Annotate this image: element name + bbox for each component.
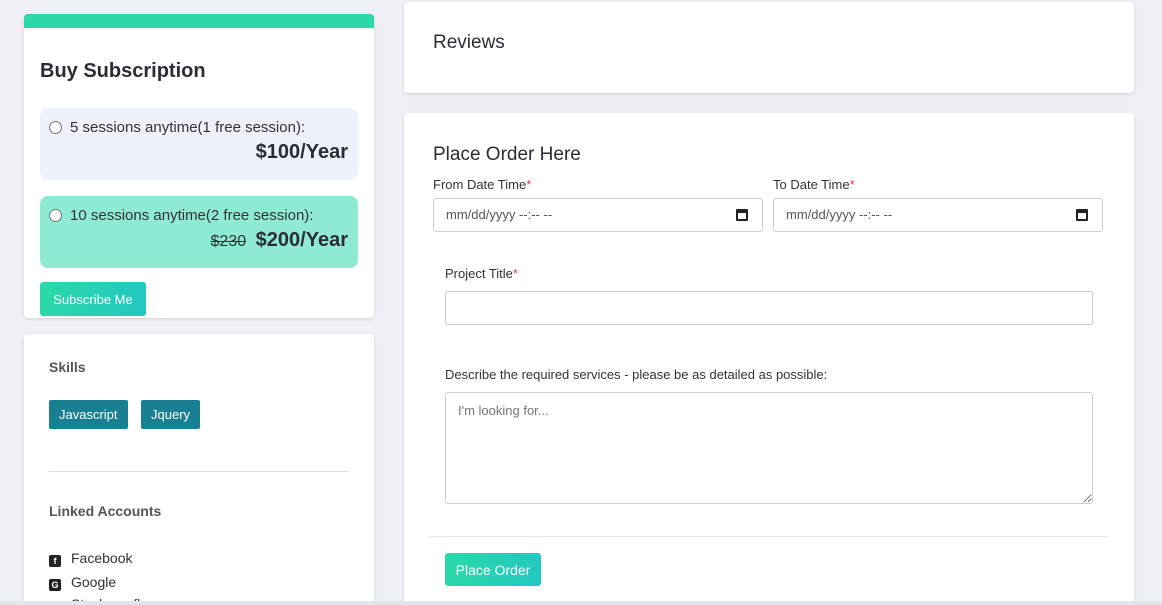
skills-heading: Skills (49, 359, 86, 375)
facebook-icon: f (49, 555, 61, 567)
from-date-label-text: From Date Time (433, 177, 527, 192)
date-placeholder: mm/dd/yyyy --:-- -- (786, 207, 893, 222)
describe-textarea[interactable] (445, 392, 1093, 504)
plan-price-value: $100/Year (255, 141, 348, 163)
place-order-button[interactable]: Place Order (445, 553, 541, 586)
plan-option-10-sessions[interactable]: 10 sessions anytime(2 free session): $23… (40, 196, 358, 268)
calendar-icon[interactable] (736, 209, 748, 221)
order-title: Place Order Here (433, 144, 581, 165)
reviews-title: Reviews (433, 32, 505, 53)
linked-account-label: Google (71, 574, 117, 590)
linked-account-facebook[interactable]: f Facebook (49, 550, 132, 567)
required-mark: * (849, 177, 855, 192)
project-title-label-text: Project Title (445, 266, 513, 281)
plan-price: $230 $200/Year (211, 229, 348, 252)
plan-price-value: $200/Year (255, 229, 348, 251)
subscription-card: Buy Subscription 5 sessions anytime(1 fr… (24, 14, 374, 318)
subscribe-button[interactable]: Subscribe Me (40, 282, 146, 316)
profile-info-card: Skills Javascript Jquery Linked Accounts… (24, 334, 374, 605)
linked-account-google[interactable]: G Google (49, 574, 116, 591)
date-placeholder: mm/dd/yyyy --:-- -- (446, 207, 553, 222)
google-plus-icon: G (49, 579, 61, 591)
plan-option-5-sessions[interactable]: 5 sessions anytime(1 free session): $100… (40, 108, 358, 180)
skill-tag[interactable]: Javascript (49, 400, 128, 429)
from-date-label: From Date Time* (433, 177, 531, 192)
skill-tag[interactable]: Jquery (141, 400, 201, 429)
project-title-label: Project Title* (445, 266, 518, 281)
required-mark: * (526, 177, 532, 192)
plan-price: $100/Year (256, 141, 348, 164)
required-mark: * (512, 266, 518, 281)
linked-account-label: Facebook (71, 550, 133, 566)
calendar-icon[interactable] (1076, 209, 1088, 221)
plan-label: 5 sessions anytime(1 free session): (70, 119, 306, 136)
to-date-input[interactable]: mm/dd/yyyy --:-- -- (773, 198, 1103, 232)
project-title-input[interactable] (445, 291, 1093, 325)
describe-label: Describe the required services - please … (445, 367, 828, 382)
plan-old-price: $230 (210, 233, 247, 250)
plan-radio-10-sessions[interactable] (49, 209, 62, 222)
to-date-label: To Date Time* (773, 177, 855, 192)
divider (49, 471, 349, 472)
reviews-card: Reviews (404, 2, 1134, 93)
divider (429, 536, 1109, 537)
place-order-card: Place Order Here From Date Time* mm/dd/y… (404, 113, 1134, 605)
to-date-label-text: To Date Time (773, 177, 850, 192)
horizontal-scrollbar[interactable] (0, 601, 1162, 605)
linked-accounts-heading: Linked Accounts (49, 503, 162, 519)
plan-radio-5-sessions[interactable] (49, 121, 62, 134)
subscription-title: Buy Subscription (40, 60, 206, 82)
plan-label: 10 sessions anytime(2 free session): (70, 207, 314, 224)
from-date-input[interactable]: mm/dd/yyyy --:-- -- (433, 198, 763, 232)
